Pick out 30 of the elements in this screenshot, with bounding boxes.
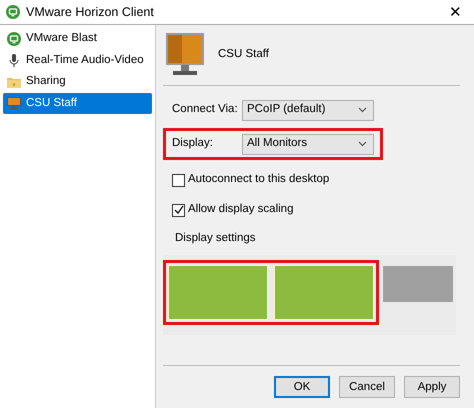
app-logo-icon: [6, 5, 20, 19]
monitor-tile[interactable]: [169, 266, 267, 320]
chevron-down-icon: [358, 141, 367, 147]
monitor-tile[interactable]: [275, 266, 373, 320]
microphone-icon: [7, 53, 21, 68]
monitor-badge-icon: [7, 32, 21, 46]
section-title: Display settings: [175, 231, 257, 246]
sidebar-item[interactable]: CSU Staff: [3, 92, 152, 114]
check-icon: [174, 205, 184, 215]
checkbox[interactable]: [172, 204, 185, 216]
field-label: Display:: [172, 136, 214, 152]
sidebar-item[interactable]: VMware Blast: [3, 28, 152, 50]
dropdown[interactable]: PCoIP (default): [242, 100, 374, 120]
checkbox-label: Allow display scaling: [188, 202, 294, 218]
chevron-down-icon: [358, 107, 367, 113]
desktop-name: CSU Staff: [218, 47, 269, 62]
dialog-button[interactable]: OK: [274, 376, 330, 398]
dialog-button[interactable]: Apply: [404, 376, 460, 398]
dialog-button[interactable]: Cancel: [339, 376, 395, 398]
checkbox[interactable]: [172, 174, 185, 186]
field-label: Connect Via:: [172, 102, 239, 118]
window-title: VMware Horizon Client: [26, 4, 154, 21]
sidebar-item[interactable]: Sharing: [3, 71, 152, 92]
dropdown[interactable]: All Monitors: [242, 134, 374, 154]
monitor-tile[interactable]: [383, 266, 453, 302]
close-button[interactable]: ✕: [443, 4, 468, 20]
monitor-icon: [7, 96, 21, 110]
checkbox-label: Autoconnect to this desktop: [188, 172, 330, 188]
sidebar-item[interactable]: Real-Time Audio-Video: [3, 50, 152, 71]
monitor-icon: [166, 33, 204, 77]
